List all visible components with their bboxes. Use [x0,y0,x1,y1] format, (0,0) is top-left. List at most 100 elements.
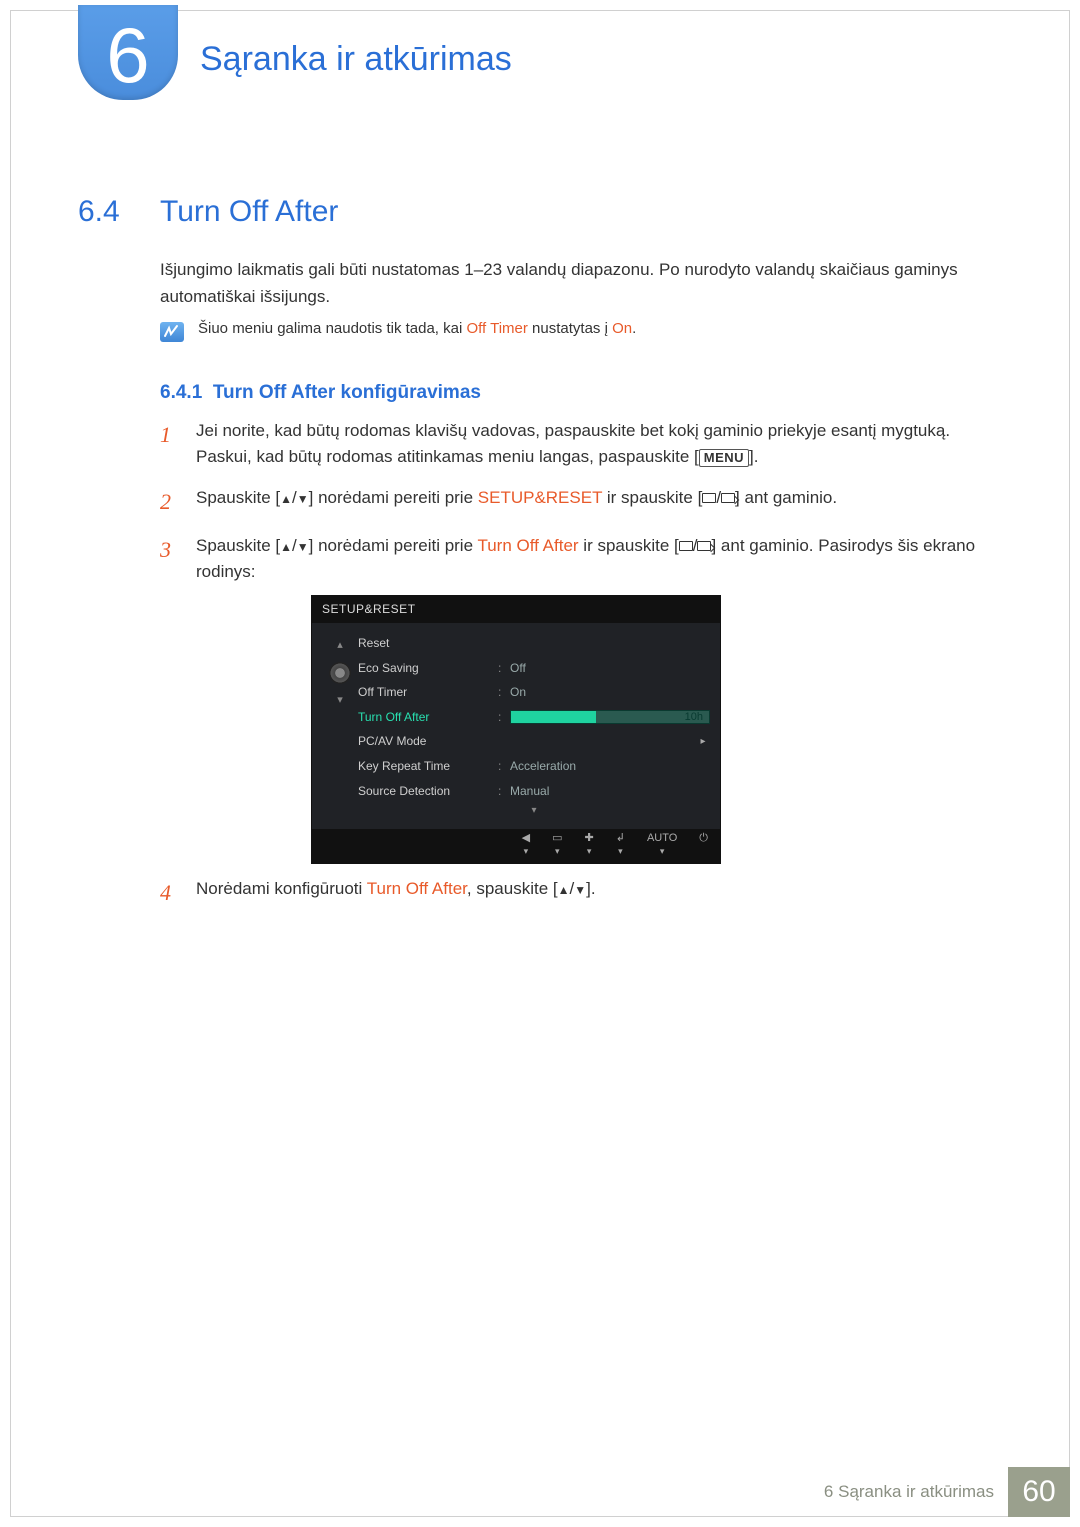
osd-value: Off [510,659,710,678]
triangle-up-icon [280,488,292,507]
osd-row-eco: Eco Saving : Off [358,656,710,681]
step3-text-c: ir spauskite [ [579,536,679,555]
osd-row-pcav: PC/AV Mode ▸ [358,729,710,754]
note-text: Šiuo meniu galima naudotis tik tada, kai… [198,320,636,337]
step-number: 3 [160,533,178,910]
subsection-title: 6.4.1 Turn Off After konfigūravimas [160,382,481,404]
page-footer: 6 Sąranka ir atkūrimas 60 [824,1467,1070,1517]
osd-menu-list: Reset Eco Saving : Off Off Timer : On [358,631,710,819]
step-body: Norėdami konfigūruoti Turn Off After, sp… [196,876,596,910]
rect-icon [702,493,716,503]
osd-row-offtimer: Off Timer : On [358,680,710,705]
page-number-badge: 60 [1008,1467,1070,1517]
osd-label: PC/AV Mode [358,732,498,751]
step4-highlight: Turn Off After [367,879,467,898]
step2-text-c: ir spauskite [ [602,488,702,507]
step2-text-d: ] ant gaminio. [735,488,837,507]
osd-footer-enter-icon: ↲▾ [616,833,625,859]
osd-row-keyrepeat: Key Repeat Time : Acceleration [358,754,710,779]
osd-value: Manual [510,782,710,801]
osd-value: On [510,683,710,702]
osd-label: Key Repeat Time [358,757,498,776]
triangle-down-icon [297,488,309,507]
step-4: 4 Norėdami konfigūruoti Turn Off After, … [196,876,990,910]
osd-footer: ◀▾ ▭▾ ✚▾ ↲▾ AUTO▾ ⏻ [312,829,720,863]
osd-scroll-down-icon: ▾ [358,803,710,819]
step-2: 2 Spauskite [/] norėdami pereiti prie SE… [160,485,990,519]
osd-colon: : [498,782,510,801]
step3-highlight: Turn Off After [477,536,578,555]
osd-value: Acceleration [510,757,710,776]
subsection-number: 6.4.1 [160,382,202,403]
step-body: Spauskite [/] norėdami pereiti prie Turn… [196,533,990,910]
osd-label: Turn Off After [358,708,498,727]
rect-enter-icon [721,493,735,503]
note-post: . [632,320,636,337]
chapter-header: 6 Sąranka ir atkūrimas [78,5,512,100]
osd-title: SETUP&RESET [312,596,720,623]
note-bold2: On [612,320,632,337]
osd-row-reset: Reset [358,631,710,656]
step-body: Spauskite [/] norėdami pereiti prie SETU… [196,485,837,519]
osd-footer-back-icon: ◀▾ [522,833,530,859]
osd-label: Source Detection [358,782,498,801]
osd-slider: 10h [510,710,710,724]
osd-side-icons: ▴ ▾ [322,631,358,819]
osd-footer-minus-icon: ▭▾ [552,833,562,859]
step4-text-c: ]. [586,879,595,898]
osd-screenshot: SETUP&RESET ▴ ▾ Reset Eco Saving : [311,595,721,863]
note: Šiuo meniu galima naudotis tik tada, kai… [160,320,990,342]
step1-text-a: Jei norite, kad būtų rodomas klavišų vad… [196,421,950,466]
gear-icon [329,662,351,684]
step4-text-b: , spauskite [ [467,879,558,898]
triangle-up-icon [280,536,292,555]
note-pre: Šiuo meniu galima naudotis tik tada, kai [198,320,466,337]
step3-text-a: Spauskite [ [196,536,280,555]
step2-text-a: Spauskite [ [196,488,280,507]
osd-up-caret-icon: ▴ [337,637,343,654]
osd-row-turnoffafter: Turn Off After : 10h [358,705,710,730]
step-3: 3 Spauskite [/] norėdami pereiti prie Tu… [160,533,990,910]
menu-button-label: MENU [699,449,749,467]
chapter-title: Sąranka ir atkūrimas [200,40,512,79]
step-number: 1 [160,418,178,471]
subsection-name: Turn Off After konfigūravimas [213,382,481,403]
footer-text: 6 Sąranka ir atkūrimas [824,1482,1008,1502]
rect-icon [679,541,693,551]
osd-body: ▴ ▾ Reset Eco Saving : Off [312,623,720,829]
section-title: Turn Off After [160,195,338,229]
step-1: 1 Jei norite, kad būtų rodomas klavišų v… [160,418,990,471]
triangle-down-icon [297,536,309,555]
osd-colon: : [498,757,510,776]
osd-footer-power-icon: ⏻ [699,833,708,859]
osd-label: Off Timer [358,683,498,702]
step-number: 4 [160,876,178,910]
triangle-up-icon [558,879,570,898]
osd-slider-value: 10h [685,709,703,726]
step-number: 2 [160,485,178,519]
step1-text-b: ]. [749,447,758,466]
osd-label: Reset [358,634,498,653]
osd-row-sourcedetect: Source Detection : Manual [358,779,710,804]
note-bold1: Off Timer [466,320,527,337]
osd-colon: : [498,659,510,678]
chapter-number-badge: 6 [78,5,178,100]
note-icon [160,322,184,342]
section-intro-text: Išjungimo laikmatis gali būti nustatomas… [160,256,990,310]
step4-text-a: Norėdami konfigūruoti [196,879,367,898]
osd-right-caret-icon: ▸ [696,734,710,750]
step3-text-b: ] norėdami pereiti prie [309,536,478,555]
step2-text-b: ] norėdami pereiti prie [309,488,478,507]
rect-enter-icon [697,541,711,551]
osd-label: Eco Saving [358,659,498,678]
step2-highlight: SETUP&RESET [478,488,602,507]
osd-footer-plus-icon: ✚▾ [585,833,594,859]
osd-down-caret-icon: ▾ [337,692,343,709]
osd-colon: : [498,683,510,702]
osd-footer-auto: AUTO▾ [647,833,677,859]
osd-colon: : [498,708,510,727]
triangle-down-icon [574,879,586,898]
steps-list: 1 Jei norite, kad būtų rodomas klavišų v… [160,418,990,924]
note-mid: nustatytas į [528,320,612,337]
section-number: 6.4 [78,195,120,229]
